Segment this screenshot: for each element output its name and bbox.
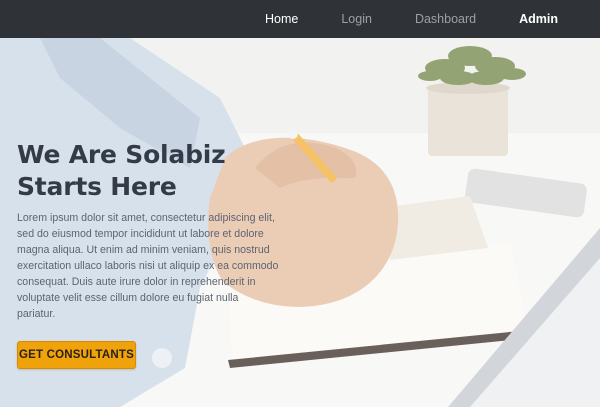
- nav-link-login[interactable]: Login: [341, 0, 372, 38]
- hero-title: We Are Solabiz Starts Here: [17, 139, 297, 203]
- hero-title-brand: Solabiz: [125, 140, 226, 169]
- hero-section: We Are Solabiz Starts Here Lorem ipsum d…: [0, 38, 600, 407]
- hero-content: We Are Solabiz Starts Here Lorem ipsum d…: [17, 139, 297, 322]
- nav-link-dashboard[interactable]: Dashboard: [415, 0, 476, 38]
- top-navbar: Home Login Dashboard Admin: [0, 0, 600, 38]
- hero-title-line2: Starts Here: [17, 172, 177, 201]
- nav-link-admin[interactable]: Admin: [519, 0, 558, 38]
- get-consultants-button[interactable]: GET CONSULTANTS: [17, 341, 136, 369]
- nav-link-home[interactable]: Home: [265, 0, 298, 38]
- hero-title-prefix: We Are: [17, 140, 126, 169]
- hero-description: Lorem ipsum dolor sit amet, consectetur …: [17, 212, 279, 320]
